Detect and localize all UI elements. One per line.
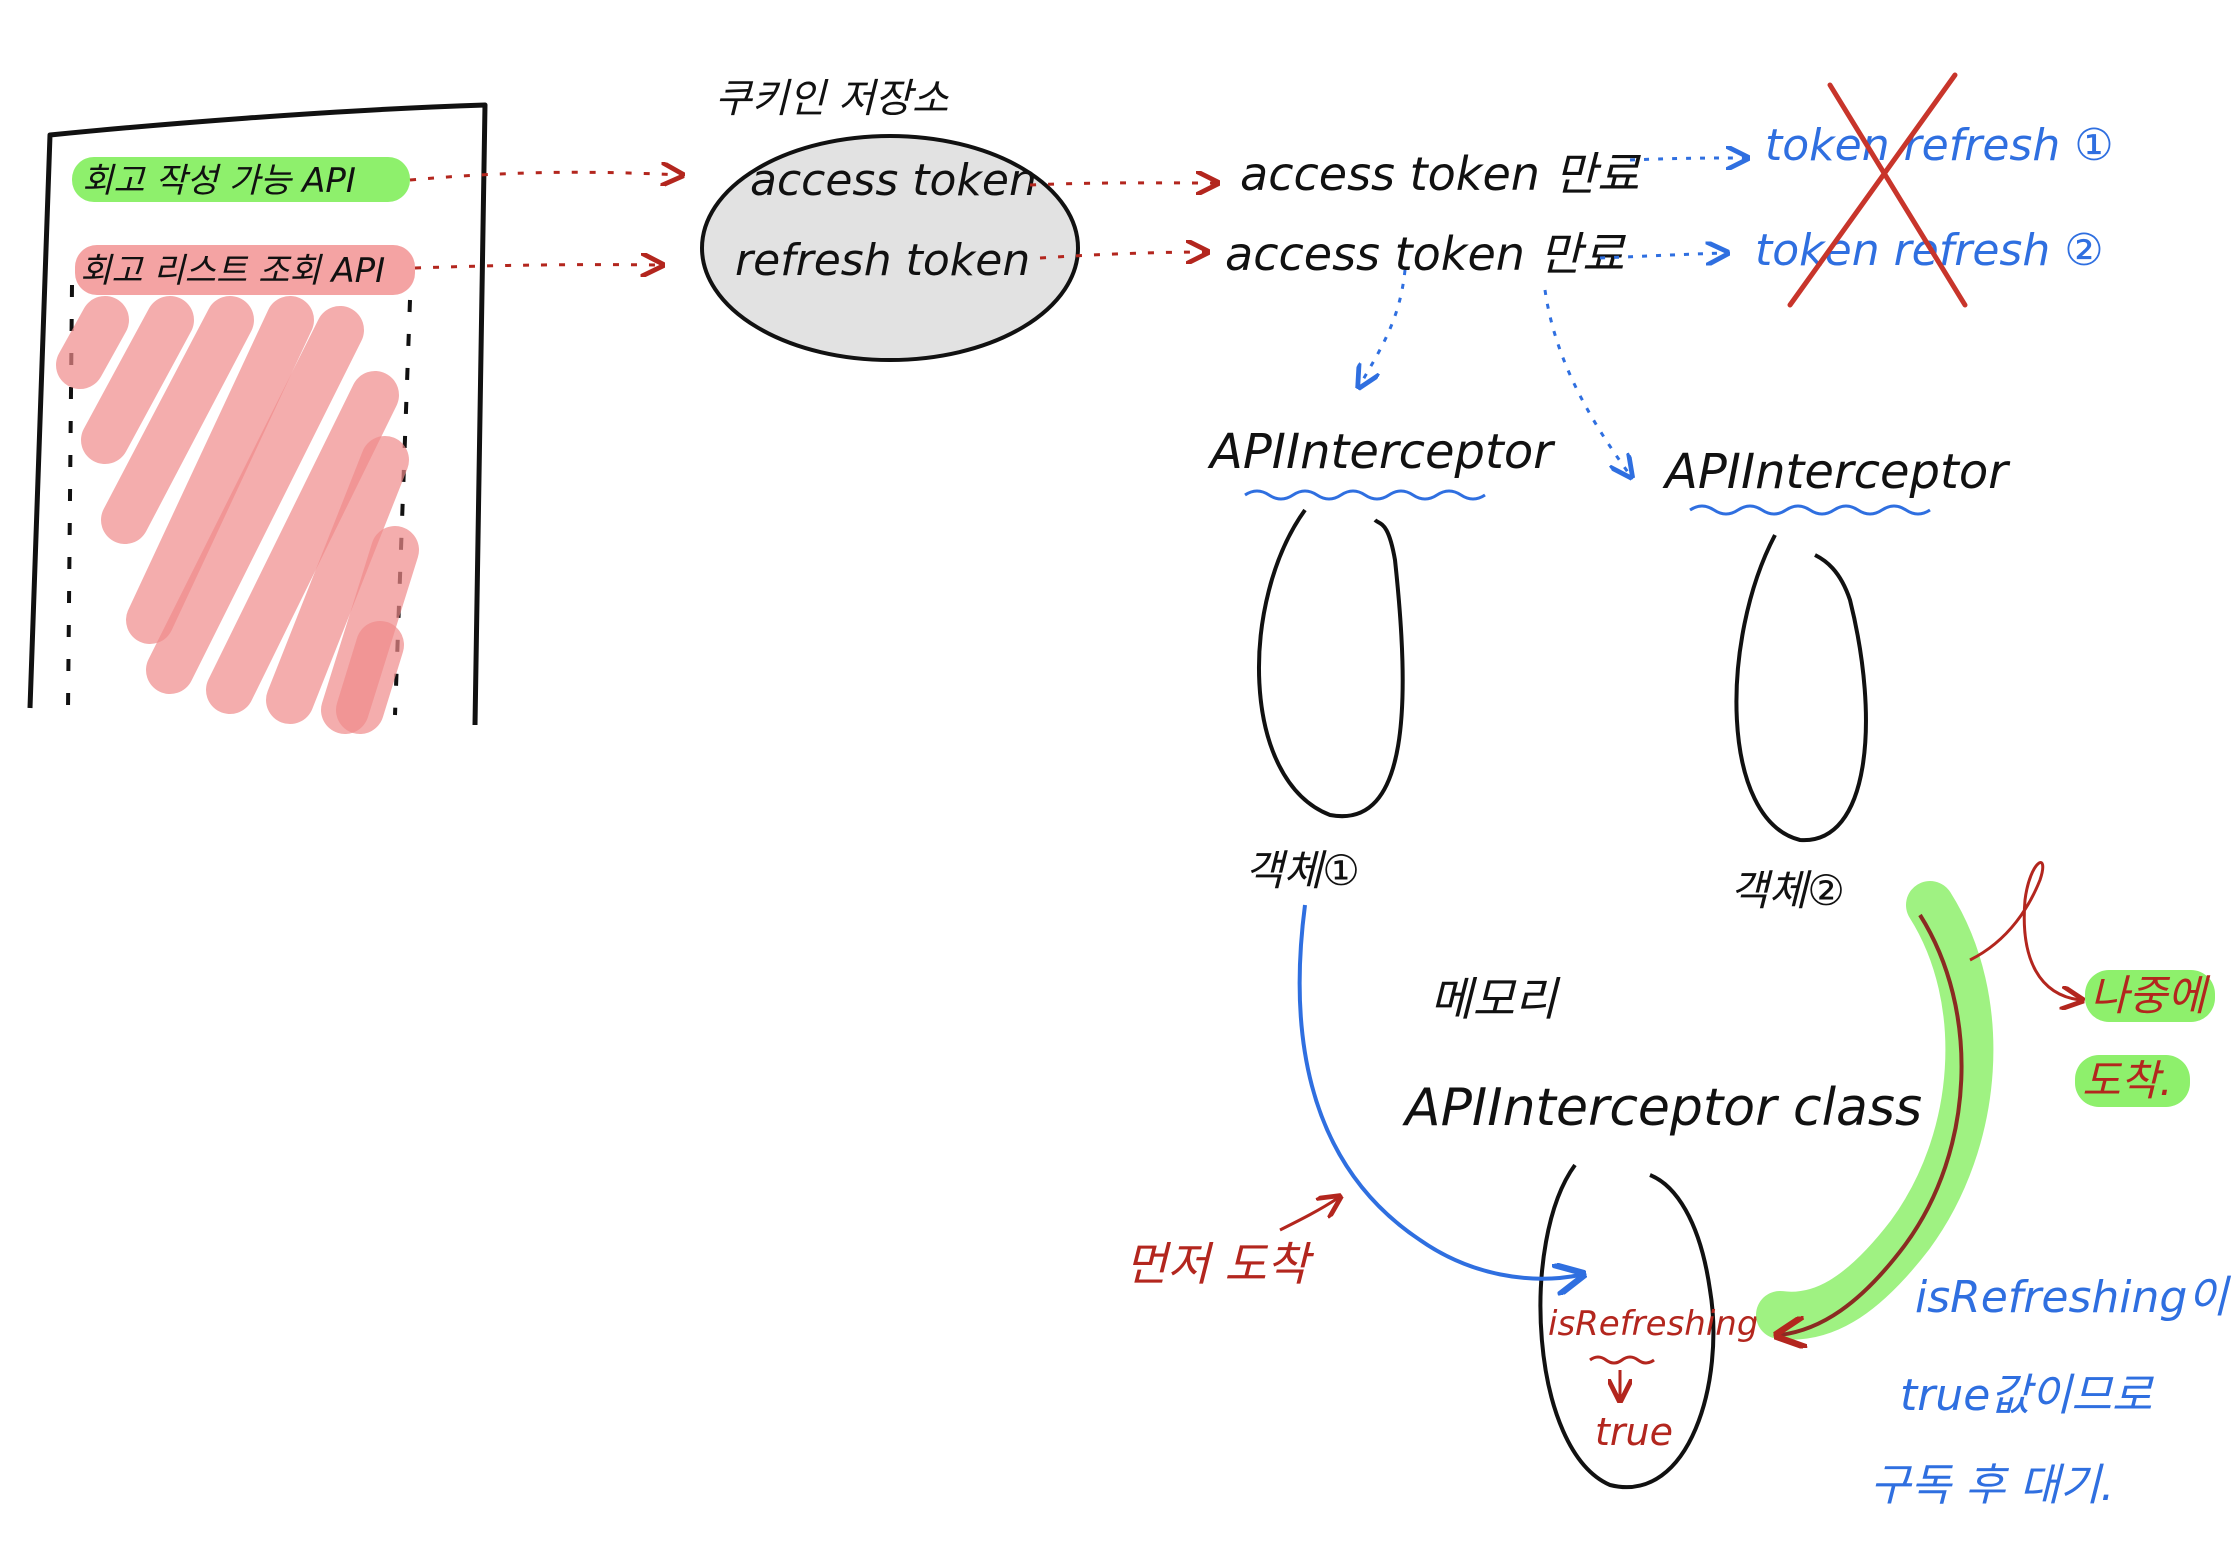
api-write-label: 회고 작성 가능 API — [82, 161, 356, 201]
memory-flag-underline — [1589, 1355, 1655, 1365]
phone-sketch: 회고 작성 가능 API 회고 리스트 조회 API — [27, 102, 488, 734]
arrow-access-to-expiry1 — [1029, 183, 1215, 185]
api-list-label: 회고 리스트 조회 API — [80, 251, 385, 291]
refresh-1: token refresh ① — [1765, 120, 2114, 171]
memory-flag-value: true — [1595, 1410, 1673, 1454]
annotation-wait-line3: 구독 후 대기. — [1870, 1460, 2114, 1511]
object2-label: 객체② — [1730, 866, 1845, 915]
annotation-later-line2: 도착. — [2082, 1056, 2173, 1105]
interceptor-right-underline — [1689, 504, 1931, 516]
memory-line2: APIInterceptor class — [1402, 1078, 1922, 1138]
diagram-canvas: 회고 작성 가능 API 회고 리스트 조회 API 쿠키인 저장소 acces… — [27, 72, 2231, 1511]
interceptor-left-label: APIInterceptor — [1207, 424, 1556, 480]
arrow-expiry-to-interceptor1 — [1360, 269, 1407, 385]
annotation-later-line1: 나중에 — [2090, 971, 2211, 1020]
arrow-first-arrive — [1279, 1198, 1338, 1232]
arrow-write-to-storage — [409, 172, 680, 180]
expiry-row1: access token 만료 — [1240, 147, 1642, 201]
arrow-list-to-storage — [414, 265, 660, 268]
arrow-expiry1-to-refresh — [1629, 158, 1745, 160]
arrow-later-annotation — [1969, 861, 2080, 1000]
list-scribble — [56, 296, 419, 734]
storage-title: 쿠키인 저장소 — [715, 76, 950, 122]
object2-shape — [1734, 534, 1868, 843]
arrow-expiry-to-interceptor2 — [1543, 289, 1630, 475]
annotation-wait-line1: isRefreshing이 — [1915, 1272, 2231, 1323]
interceptor-left-underline — [1244, 489, 1486, 501]
object1-label: 객체① — [1245, 846, 1360, 895]
object1-shape — [1257, 508, 1405, 819]
storage-refresh-token: refresh token — [735, 235, 1030, 286]
annotation-wait-line2: true값이므로 — [1900, 1370, 2155, 1421]
expiry-row2: access token 만료 — [1225, 227, 1627, 281]
memory-line1: 메모리 — [1430, 972, 1561, 1026]
storage-access-token: access token — [750, 155, 1037, 206]
annotation-first-arrive: 먼저 도착 — [1125, 1237, 1315, 1291]
memory-flag: isRefreshing — [1548, 1304, 1758, 1344]
interceptor-right-label: APIInterceptor — [1662, 444, 2011, 500]
